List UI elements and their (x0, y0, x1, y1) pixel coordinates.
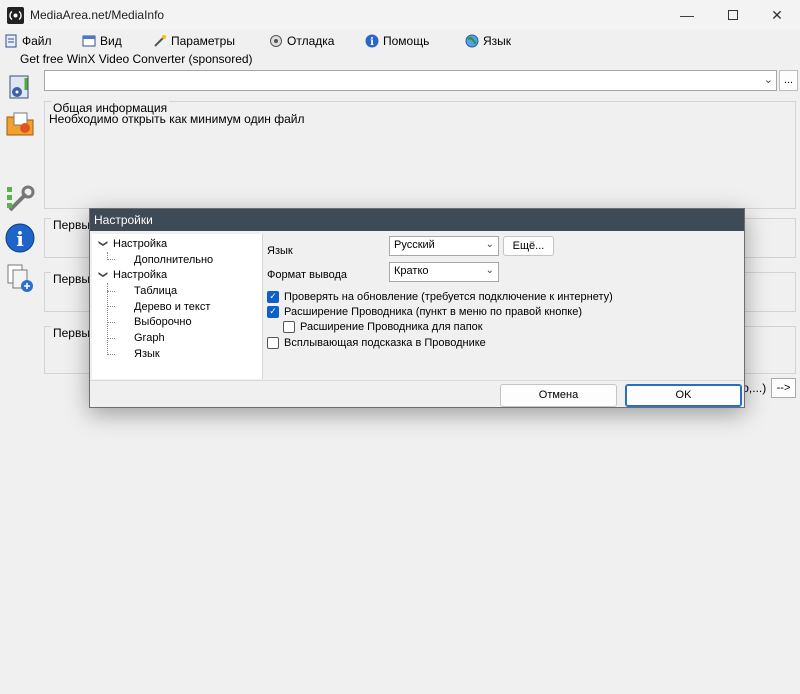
menu-view-label: Вид (100, 33, 122, 48)
menu-view[interactable]: Вид (82, 32, 122, 49)
globe-icon (465, 34, 479, 47)
output-format-value: Кратко (394, 265, 429, 277)
mediainfo-logo-icon (7, 7, 24, 24)
tree-item-label: Graph (134, 331, 165, 344)
menu-debug[interactable]: Отладка (269, 32, 334, 49)
expand-arrow-icon[interactable]: ❯ (98, 239, 109, 249)
language-select[interactable]: Русский ⌄ (389, 236, 499, 256)
sponsored-link[interactable]: Get free WinX Video Converter (sponsored… (20, 52, 253, 66)
chevron-down-icon: ⌄ (485, 265, 494, 276)
maximize-icon (728, 10, 738, 20)
view-icon (82, 35, 96, 46)
settings-dialog: Настройки ❯ Настройка Дополнительно ❯ На… (89, 208, 745, 408)
menu-help[interactable]: i Помощь (365, 32, 429, 49)
about-info-icon[interactable]: i (4, 222, 36, 254)
explorer-folders-checkbox[interactable] (283, 320, 295, 333)
wand-icon (154, 34, 166, 47)
tree-item-label: Язык (134, 347, 160, 360)
explorer-extension-option[interactable]: ✓ Расширение Проводника (пункт в меню по… (267, 304, 582, 319)
svg-text:i: i (370, 37, 374, 48)
menu-language-label: Язык (483, 33, 512, 48)
expand-arrow-icon[interactable]: ❯ (98, 270, 109, 280)
close-icon: ✕ (771, 6, 783, 23)
debug-icon (270, 34, 282, 47)
first-audio-title: Первы (51, 272, 92, 286)
output-format-select[interactable]: Кратко ⌄ (389, 262, 499, 282)
open-folder-icon[interactable] (4, 108, 36, 140)
file-selector-button[interactable]: ... (779, 70, 798, 91)
window-title: MediaArea.net/MediaInfo (30, 8, 165, 22)
next-arrow-button[interactable]: --> (771, 378, 796, 398)
tree-item-graph[interactable]: Graph (134, 330, 165, 345)
explorer-tooltip-option[interactable]: Всплывающая подсказка в Проводнике (267, 335, 486, 350)
explorer-tooltip-label: Всплывающая подсказка в Проводнике (284, 336, 486, 349)
svg-text:i: i (16, 227, 24, 251)
file-selector-combo[interactable]: ⌄ (44, 70, 777, 91)
general-info-group: Общая информация Необходимо открыть как … (44, 101, 796, 209)
menu-options-label: Параметры (171, 33, 235, 48)
ok-button[interactable]: OK (625, 384, 742, 407)
tree-item-table[interactable]: Таблица (134, 283, 177, 298)
help-icon: i (365, 34, 379, 48)
dialog-title: Настройки (90, 209, 744, 231)
cancel-button[interactable]: Отмена (500, 384, 617, 407)
explorer-extension-label: Расширение Проводника (пункт в меню по п… (284, 305, 583, 318)
output-format-label: Формат вывода (267, 269, 348, 281)
minimize-icon: — (680, 7, 694, 23)
tree-item-label: Настройка (113, 268, 168, 281)
explorer-tooltip-checkbox[interactable] (267, 336, 279, 349)
language-select-value: Русский (394, 239, 435, 251)
dialog-button-bar: Отмена OK (90, 380, 744, 407)
check-updates-label: Проверять на обновление (требуется подкл… (284, 290, 613, 303)
close-button[interactable]: ✕ (754, 0, 800, 30)
check-updates-checkbox[interactable]: ✓ (267, 290, 279, 303)
file-icon (5, 34, 17, 47)
tree-item-label: Дополнительно (134, 253, 214, 266)
tree-item-settings-1[interactable]: ❯ Настройка (98, 236, 168, 251)
tree-item-label: Таблица (134, 284, 178, 297)
tree-item-label: Выборочно (134, 315, 192, 328)
open-file-icon[interactable] (4, 72, 36, 104)
explorer-folders-label: Расширение Проводника для папок (300, 320, 483, 333)
tree-item-label: Настройка (113, 237, 168, 250)
menu-file-label: Файл (22, 33, 52, 48)
export-icon[interactable] (4, 262, 36, 294)
title-bar: MediaArea.net/MediaInfo — ✕ (0, 0, 800, 30)
tree-item-language[interactable]: Язык (134, 346, 160, 361)
menu-debug-label: Отладка (287, 33, 335, 48)
language-label: Язык (267, 245, 293, 257)
menu-help-label: Помощь (383, 33, 430, 48)
left-toolbar: i (0, 70, 40, 300)
explorer-extension-checkbox[interactable]: ✓ (267, 305, 279, 318)
first-text-title: Первы (51, 326, 92, 340)
settings-tree: ❯ Настройка Дополнительно ❯ Настройка Та… (92, 234, 263, 379)
maximize-button[interactable] (710, 0, 756, 30)
menu-options[interactable]: Параметры (153, 32, 235, 49)
menu-language[interactable]: Язык (465, 32, 511, 49)
tree-item-custom[interactable]: Выборочно (134, 314, 192, 329)
menu-bar: Файл Вид Параметры Отладка i Помощь Язык (0, 30, 800, 50)
chevron-down-icon: ⌄ (485, 239, 494, 250)
tree-item-advanced[interactable]: Дополнительно (134, 252, 213, 267)
menu-file[interactable]: Файл (4, 32, 52, 49)
check-updates-option[interactable]: ✓ Проверять на обновление (требуется под… (267, 289, 613, 304)
minimize-button[interactable]: — (664, 0, 710, 30)
general-info-text: Необходимо открыть как минимум один файл (49, 112, 305, 126)
explorer-folders-option[interactable]: Расширение Проводника для папок (283, 319, 483, 334)
more-languages-button[interactable]: Ещё... (503, 236, 554, 256)
first-video-title: Первы (51, 218, 92, 232)
preferences-icon[interactable] (4, 184, 36, 216)
tree-item-settings-2[interactable]: ❯ Настройка (98, 267, 168, 282)
tree-item-label: Дерево и текст (134, 300, 211, 313)
chevron-down-icon: ⌄ (763, 74, 773, 86)
tree-item-tree-text[interactable]: Дерево и текст (134, 299, 210, 314)
